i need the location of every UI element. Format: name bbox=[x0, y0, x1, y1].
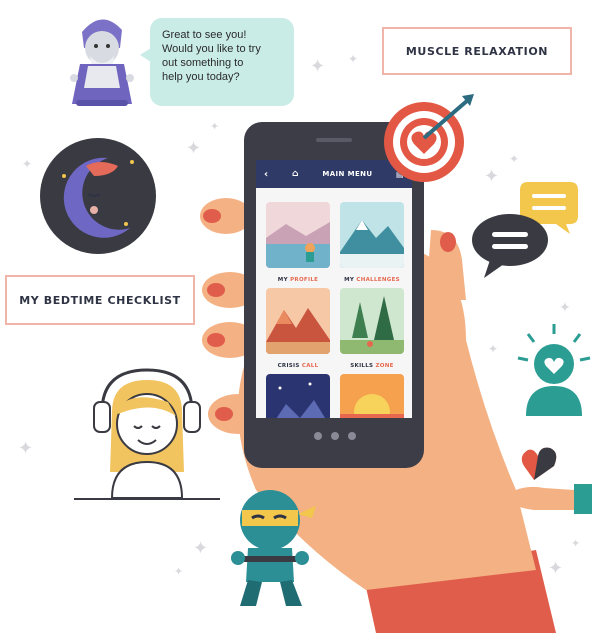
sparkle-icon: ✦ bbox=[22, 157, 33, 171]
moon-icon bbox=[40, 138, 156, 254]
tile-label-my-profile: MY PROFILE bbox=[266, 277, 330, 283]
bedtime-checklist-label[interactable]: MY BEDTIME CHECKLIST bbox=[5, 275, 195, 325]
chat-icon bbox=[472, 182, 578, 278]
home-icon[interactable]: ⌂ bbox=[292, 169, 299, 179]
tile-label-word: CRISIS bbox=[277, 363, 300, 369]
tile-label-word: SKILLS bbox=[350, 363, 374, 369]
bedtime-checklist-text: MY BEDTIME CHECKLIST bbox=[19, 293, 181, 307]
sparkle-icon: ✦ bbox=[210, 120, 220, 133]
tile-label-crisis-call: CRISIS CALL bbox=[266, 363, 330, 369]
hand-heart-icon bbox=[508, 447, 592, 514]
menu-title: MAIN MENU bbox=[322, 170, 373, 178]
target-icon bbox=[384, 94, 474, 182]
tile-my-challenges[interactable] bbox=[340, 202, 404, 268]
sparkle-icon: ✦ bbox=[18, 438, 34, 459]
mountain-lake-image bbox=[266, 202, 330, 268]
sparkle-icon: ✦ bbox=[559, 300, 571, 316]
phone-home-dots bbox=[314, 432, 356, 440]
snowy-mountain-image bbox=[340, 202, 404, 268]
speech-bubble: Great to see you! Would you like to try … bbox=[140, 18, 294, 106]
tile-crisis-call[interactable] bbox=[266, 288, 330, 354]
muscle-relaxation-label[interactable]: MUSCLE RELAXATION bbox=[382, 27, 572, 75]
night-mountain-image bbox=[266, 374, 330, 418]
tile-label-highlight: ZONE bbox=[375, 363, 394, 369]
speech-line: out something to bbox=[162, 57, 244, 69]
tile-night-mountains[interactable] bbox=[266, 374, 330, 418]
tile-label-word: MY bbox=[277, 277, 288, 283]
tile-my-profile[interactable] bbox=[266, 202, 330, 268]
back-icon[interactable]: ‹ bbox=[264, 169, 269, 180]
speech-line: help you today? bbox=[162, 71, 240, 83]
phone-speaker bbox=[316, 138, 352, 142]
tile-skills-zone[interactable] bbox=[340, 288, 404, 354]
sparkle-icon: ✦ bbox=[571, 537, 581, 550]
tile-label-skills-zone: SKILLS ZONE bbox=[340, 363, 404, 369]
desert-mountain-image bbox=[266, 288, 330, 354]
mind-heart-icon bbox=[517, 324, 591, 416]
sparkle-icon: ✦ bbox=[186, 138, 202, 159]
tile-label-highlight: CHALLENGES bbox=[356, 277, 400, 283]
phone-screen: ‹ ⌂ MAIN MENU ▤ MY PROFILE MY CHALLENGES bbox=[256, 160, 412, 418]
tile-label-highlight: PROFILE bbox=[290, 277, 319, 283]
tile-sunset[interactable] bbox=[340, 374, 404, 418]
sparkle-icon: ✦ bbox=[509, 152, 520, 166]
sparkle-icon: ✦ bbox=[348, 52, 359, 66]
sparkle-icon: ✦ bbox=[310, 56, 326, 77]
speech-line: Great to see you! bbox=[162, 29, 247, 41]
forest-image bbox=[340, 288, 404, 354]
ninja-icon bbox=[231, 490, 316, 606]
wizard-icon bbox=[70, 19, 134, 106]
speech-line: Would you like to try bbox=[162, 43, 261, 55]
muscle-relaxation-text: MUSCLE RELAXATION bbox=[405, 44, 549, 58]
sparkle-icon: ✦ bbox=[174, 565, 184, 578]
sunset-image bbox=[340, 374, 404, 418]
tile-label-my-challenges: MY CHALLENGES bbox=[340, 277, 404, 283]
tile-label-word: MY bbox=[344, 277, 355, 283]
tile-label-highlight: CALL bbox=[301, 363, 319, 369]
